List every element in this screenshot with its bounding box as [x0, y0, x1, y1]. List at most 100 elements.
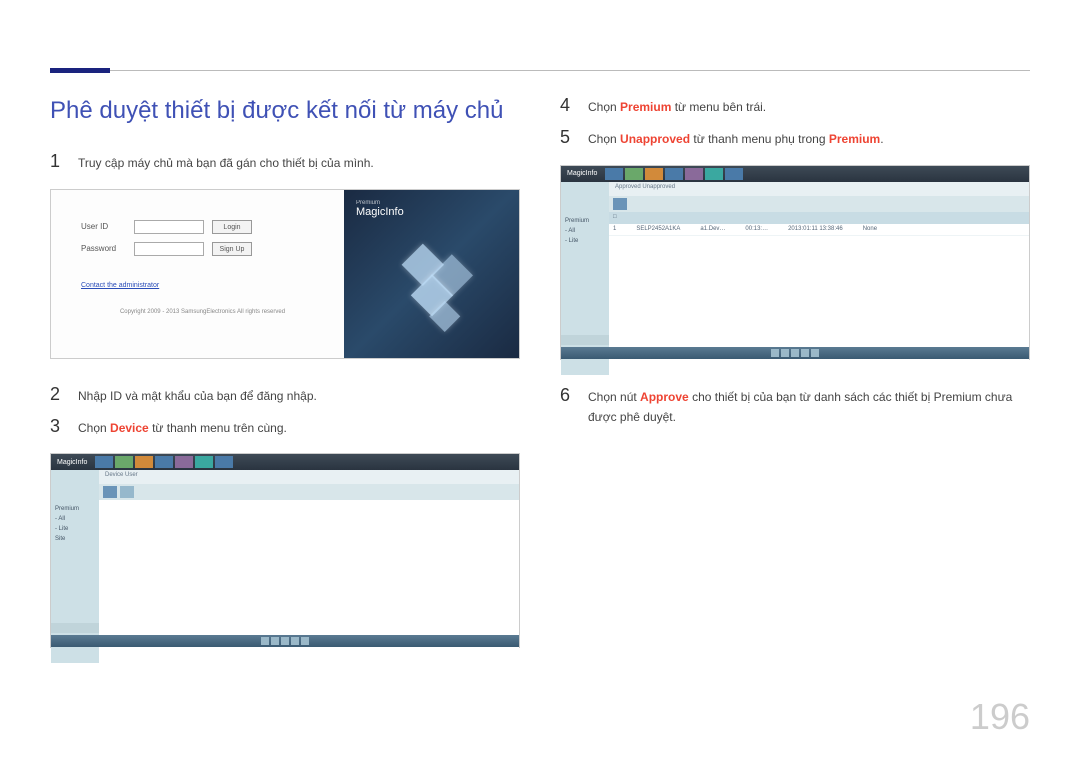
highlight-premium-2: Premium: [829, 132, 880, 146]
tool-icon[interactable]: [120, 486, 134, 498]
brand-name: MagicInfo: [356, 206, 404, 218]
app-logo: MagicInfo: [567, 170, 597, 177]
table-header: □: [609, 212, 1029, 224]
text-post: từ thanh menu trên cùng.: [149, 421, 287, 435]
step-text: Truy cập máy chủ mà bạn đã gán cho thiết…: [78, 153, 374, 173]
sidebar-item-lite[interactable]: - Lite: [55, 526, 95, 532]
device-topbar: MagicInfo: [51, 454, 519, 470]
text-pre: Chọn: [78, 421, 110, 435]
cell: None: [863, 226, 877, 233]
device-toolbar: [99, 484, 519, 500]
nav-icon[interactable]: [685, 168, 703, 180]
nav-icon[interactable]: [195, 456, 213, 468]
unapp-toolbar: [609, 196, 1029, 212]
user-id-label: User ID: [81, 222, 126, 231]
tool-icon[interactable]: [103, 486, 117, 498]
brand-small: Premium: [356, 200, 404, 206]
step-text: Chọn nút Approve cho thiết bị của bạn từ…: [588, 387, 1030, 428]
screenshot-login: User ID Login Password Sign Up Contact t…: [50, 189, 520, 359]
brand-logo: Premium MagicInfo: [356, 200, 404, 218]
unapp-subbar: Approved Unapproved: [561, 182, 1029, 212]
tool-icon[interactable]: [613, 198, 627, 210]
sidebar-item-all[interactable]: - All: [55, 516, 95, 522]
step-text: Chọn Device từ thanh menu trên cùng.: [78, 418, 287, 438]
text-pre: Chọn: [588, 100, 620, 114]
unapp-sidebar-head: [561, 182, 609, 212]
device-footer: [51, 635, 519, 647]
cell: 2013:01:11 13:38:46: [788, 226, 843, 233]
device-sidebar-head: [51, 470, 99, 500]
header-accent: [50, 68, 110, 73]
left-column: Phê duyệt thiết bị được kết nối từ máy c…: [50, 95, 520, 673]
copyright-text: Copyright 2009 - 2013 SamsungElectronics…: [81, 309, 324, 315]
step-number: 6: [560, 385, 574, 406]
highlight-device: Device: [110, 421, 149, 435]
unapp-topbar: MagicInfo: [561, 166, 1029, 182]
text-post: từ menu bên trái.: [671, 100, 766, 114]
password-input[interactable]: [134, 242, 204, 256]
step-number: 4: [560, 95, 574, 116]
nav-icon[interactable]: [215, 456, 233, 468]
cell: SELP2452A1KA: [636, 226, 680, 233]
pager[interactable]: [771, 349, 819, 357]
step-6: 6 Chọn nút Approve cho thiết bị của bạn …: [560, 385, 1030, 428]
nav-icon[interactable]: [625, 168, 643, 180]
screenshot-device: MagicInfo Device User: [50, 453, 520, 648]
sidebar-item-premium[interactable]: Premium: [55, 506, 95, 512]
header-rule: [50, 70, 1030, 71]
step-1: 1 Truy cập máy chủ mà bạn đã gán cho thi…: [50, 151, 520, 173]
nav-icon[interactable]: [115, 456, 133, 468]
sidebar-footer: [561, 335, 609, 345]
login-button[interactable]: Login: [212, 220, 252, 234]
table-row[interactable]: 1 SELP2452A1KA a1.Dev… 00:13:… 2013:01:1…: [609, 224, 1029, 236]
text-pre: Chọn: [588, 132, 620, 146]
nav-icon[interactable]: [665, 168, 683, 180]
user-id-input[interactable]: [134, 220, 204, 234]
step-number: 2: [50, 384, 64, 405]
login-form-area: User ID Login Password Sign Up Contact t…: [51, 190, 344, 358]
step-5: 5 Chọn Unapproved từ thanh menu phụ tron…: [560, 127, 1030, 149]
highlight-premium: Premium: [620, 100, 671, 114]
step-3: 3 Chọn Device từ thanh menu trên cùng.: [50, 416, 520, 438]
step-number: 5: [560, 127, 574, 148]
step-number: 1: [50, 151, 64, 172]
nav-icon[interactable]: [705, 168, 723, 180]
step-text: Chọn Unapproved từ thanh menu phụ trong …: [588, 129, 884, 149]
text-post: .: [880, 132, 883, 146]
sidebar-item-premium[interactable]: Premium: [565, 218, 605, 224]
nav-icon[interactable]: [95, 456, 113, 468]
content: Phê duyệt thiết bị được kết nối từ máy c…: [50, 95, 1030, 673]
text-mid: từ thanh menu phụ trong: [690, 132, 829, 146]
highlight-unapproved: Unapproved: [620, 132, 690, 146]
sidebar-footer: [51, 623, 99, 633]
cell: a1.Dev…: [700, 226, 725, 233]
nav-icon[interactable]: [155, 456, 173, 468]
app-logo: MagicInfo: [57, 459, 87, 466]
cell: 1: [613, 226, 616, 233]
password-label: Password: [81, 244, 126, 253]
contact-admin-link[interactable]: Contact the administrator: [81, 282, 159, 289]
page-title: Phê duyệt thiết bị được kết nối từ máy c…: [50, 95, 520, 126]
screenshot-unapproved: MagicInfo Approved Unapproved: [560, 165, 1030, 360]
text-pre: Chọn nút: [588, 390, 640, 404]
nav-icon[interactable]: [645, 168, 663, 180]
highlight-approve: Approve: [640, 390, 689, 404]
page-number: 196: [970, 696, 1030, 738]
step-text: Chọn Premium từ menu bên trái.: [588, 97, 766, 117]
nav-icon[interactable]: [725, 168, 743, 180]
step-4: 4 Chọn Premium từ menu bên trái.: [560, 95, 1030, 117]
unapp-tabs[interactable]: Approved Unapproved: [609, 182, 1029, 196]
pager[interactable]: [261, 637, 309, 645]
right-column: 4 Chọn Premium từ menu bên trái. 5 Chọn …: [560, 95, 1030, 673]
nav-icon[interactable]: [135, 456, 153, 468]
step-text: Nhập ID và mật khẩu của bạn để đăng nhập…: [78, 386, 317, 406]
sidebar-item-lite[interactable]: - Lite: [565, 238, 605, 244]
device-tabs[interactable]: Device User: [99, 470, 519, 484]
nav-icon[interactable]: [605, 168, 623, 180]
login-brand-panel: Premium MagicInfo: [344, 190, 519, 358]
sidebar-item-site[interactable]: Site: [55, 536, 95, 542]
nav-icon[interactable]: [175, 456, 193, 468]
signup-button[interactable]: Sign Up: [212, 242, 252, 256]
step-number: 3: [50, 416, 64, 437]
sidebar-item-all[interactable]: - All: [565, 228, 605, 234]
